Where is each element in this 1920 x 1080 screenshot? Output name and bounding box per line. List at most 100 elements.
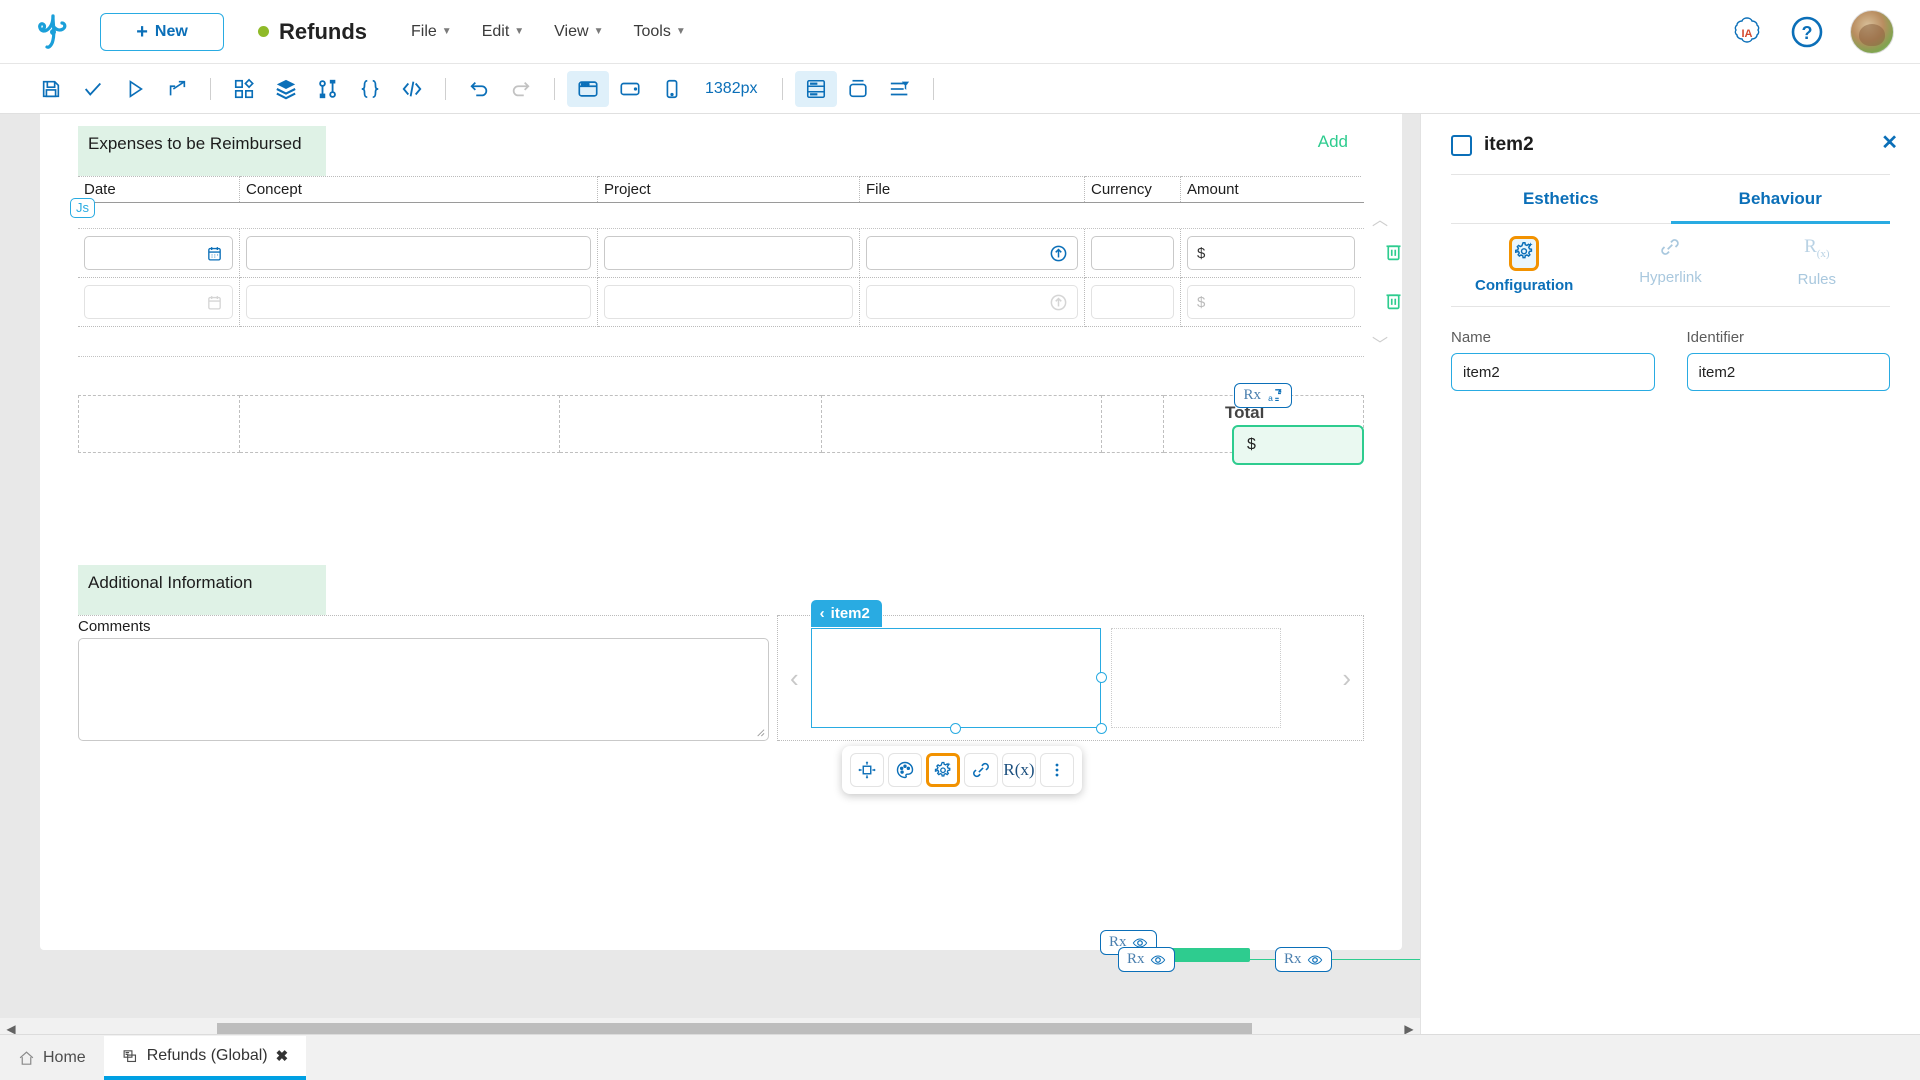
- carousel-container[interactable]: ‹ ‹ item2 ›: [778, 615, 1364, 741]
- more-options-icon[interactable]: [1040, 753, 1074, 787]
- tablet-view-icon[interactable]: [609, 71, 651, 107]
- table-row[interactable]: $: [78, 278, 1364, 327]
- braces-icon[interactable]: [349, 71, 391, 107]
- carousel-next-slot[interactable]: [1111, 628, 1281, 728]
- resize-handle-corner[interactable]: [1096, 723, 1107, 734]
- toolbar-separator: [210, 78, 211, 100]
- expenses-table-header: Date Concept Project File Currency Amoun…: [78, 176, 1364, 203]
- move-resize-icon[interactable]: [850, 753, 884, 787]
- menu-tools[interactable]: Tools ▼: [633, 23, 685, 41]
- element-checkbox[interactable]: [1451, 135, 1472, 156]
- eye-visibility-icon: [1307, 952, 1323, 968]
- selected-element-tag[interactable]: ‹ item2: [811, 600, 882, 627]
- palette-icon[interactable]: [888, 753, 922, 787]
- concept-input-1[interactable]: [246, 236, 591, 270]
- menu-file[interactable]: File ▼: [411, 23, 452, 41]
- redo-icon[interactable]: [500, 71, 542, 107]
- grid-layout-icon[interactable]: [795, 71, 837, 107]
- file-input-2[interactable]: [866, 285, 1078, 319]
- plus-icon: +: [136, 22, 148, 42]
- bottom-tab-home[interactable]: Home: [0, 1036, 104, 1080]
- comments-textarea[interactable]: [78, 638, 769, 741]
- selected-item-wrapper[interactable]: ‹ item2: [811, 628, 1101, 728]
- form-canvas[interactable]: Expenses to be Reimbursed Add Date Conce…: [0, 114, 1420, 1034]
- properties-panel: ✕ item2 Esthetics Behaviour Configuratio…: [1420, 114, 1920, 1034]
- export-share-icon[interactable]: [156, 71, 198, 107]
- process-flow-icon[interactable]: [307, 71, 349, 107]
- carousel-prev-icon[interactable]: ‹: [778, 663, 811, 694]
- run-play-icon[interactable]: [114, 71, 156, 107]
- add-row-link[interactable]: Add: [1318, 132, 1348, 152]
- new-button[interactable]: + New: [100, 13, 224, 51]
- carousel-next-icon[interactable]: ›: [1330, 663, 1363, 694]
- svg-text:?: ?: [1802, 23, 1813, 43]
- undo-icon[interactable]: [458, 71, 500, 107]
- container-icon[interactable]: [837, 71, 879, 107]
- resize-handle-bottom[interactable]: [950, 723, 961, 734]
- ia-icon[interactable]: IA: [1730, 15, 1764, 49]
- close-icon[interactable]: ✕: [1881, 130, 1898, 155]
- hyperlink-icon[interactable]: [964, 753, 998, 787]
- user-avatar[interactable]: [1850, 10, 1894, 54]
- bottom-tab-bar: Home Refunds (Global) ✖: [0, 1034, 1920, 1080]
- delete-row-1-button[interactable]: [1383, 241, 1404, 267]
- subtab-rules[interactable]: R(x) Rules: [1744, 224, 1890, 306]
- project-input-1[interactable]: [604, 236, 853, 270]
- rx-badge-label: Rx: [1243, 387, 1261, 404]
- menu-edit[interactable]: Edit ▼: [482, 23, 524, 41]
- js-badge[interactable]: Js: [70, 198, 95, 218]
- file-input-1[interactable]: [866, 236, 1078, 270]
- concept-input-2[interactable]: [246, 285, 591, 319]
- trash-icon: [1383, 290, 1404, 311]
- tab-esthetics[interactable]: Esthetics: [1451, 175, 1671, 224]
- bottom-tab-refunds[interactable]: Refunds (Global) ✖: [104, 1036, 307, 1080]
- resize-handle-right[interactable]: [1096, 672, 1107, 683]
- desktop-view-icon[interactable]: [567, 71, 609, 107]
- element-actions-toolbar[interactable]: R(x): [842, 746, 1082, 794]
- section-title-additional: Additional Information: [78, 565, 326, 615]
- delete-row-2-button[interactable]: [1383, 290, 1404, 316]
- code-tags-icon[interactable]: [391, 71, 433, 107]
- close-icon[interactable]: ✖: [276, 1047, 289, 1065]
- deyel-logo-icon[interactable]: [32, 11, 74, 53]
- col-file: File: [860, 176, 1085, 202]
- bottom-tab-refunds-label: Refunds (Global): [147, 1047, 268, 1065]
- subtab-configuration[interactable]: Configuration: [1451, 224, 1597, 306]
- subtab-configuration-label: Configuration: [1475, 277, 1573, 294]
- menu-view[interactable]: View ▼: [554, 23, 603, 41]
- form-filter-icon[interactable]: [879, 71, 921, 107]
- save-icon[interactable]: [30, 71, 72, 107]
- rx-visibility-badge[interactable]: Rx: [1275, 947, 1332, 972]
- date-input-1[interactable]: [84, 236, 233, 270]
- tag-label: item2: [831, 605, 870, 622]
- currency-input-2[interactable]: [1091, 285, 1174, 319]
- name-input[interactable]: [1451, 353, 1655, 391]
- tab-behaviour[interactable]: Behaviour: [1671, 175, 1891, 224]
- identifier-input[interactable]: [1687, 353, 1891, 391]
- help-icon[interactable]: ?: [1790, 15, 1824, 49]
- total-value-input[interactable]: $: [1232, 425, 1364, 465]
- amount-input-1[interactable]: $: [1187, 236, 1355, 270]
- table-scroll-down-icon[interactable]: ﹀: [1372, 331, 1388, 355]
- date-input-2[interactable]: [84, 285, 233, 319]
- menu-tools-label: Tools: [633, 23, 670, 41]
- validate-check-icon[interactable]: [72, 71, 114, 107]
- mobile-view-icon[interactable]: [651, 71, 693, 107]
- rx-visibility-badge[interactable]: Rx: [1118, 947, 1175, 972]
- components-grid-icon[interactable]: [223, 71, 265, 107]
- layers-stack-icon[interactable]: [265, 71, 307, 107]
- rules-rx-icon[interactable]: R(x): [1002, 753, 1036, 787]
- field-name-label: Name: [1451, 329, 1655, 346]
- subtab-hyperlink-label: Hyperlink: [1639, 269, 1702, 286]
- table-scroll-up-icon[interactable]: ︿: [1372, 206, 1388, 230]
- configuration-gear-icon[interactable]: [926, 753, 960, 787]
- total-cell-4: [822, 395, 1102, 453]
- table-row[interactable]: $: [78, 229, 1364, 278]
- currency-input-1[interactable]: [1091, 236, 1174, 270]
- chevron-down-icon: ▼: [676, 26, 686, 37]
- project-input-2[interactable]: [604, 285, 853, 319]
- subtab-hyperlink[interactable]: Hyperlink: [1597, 224, 1743, 306]
- amount-input-2[interactable]: $: [1187, 285, 1355, 319]
- selected-element-box[interactable]: [811, 628, 1101, 728]
- rx-format-badge[interactable]: Rx a: [1234, 383, 1292, 408]
